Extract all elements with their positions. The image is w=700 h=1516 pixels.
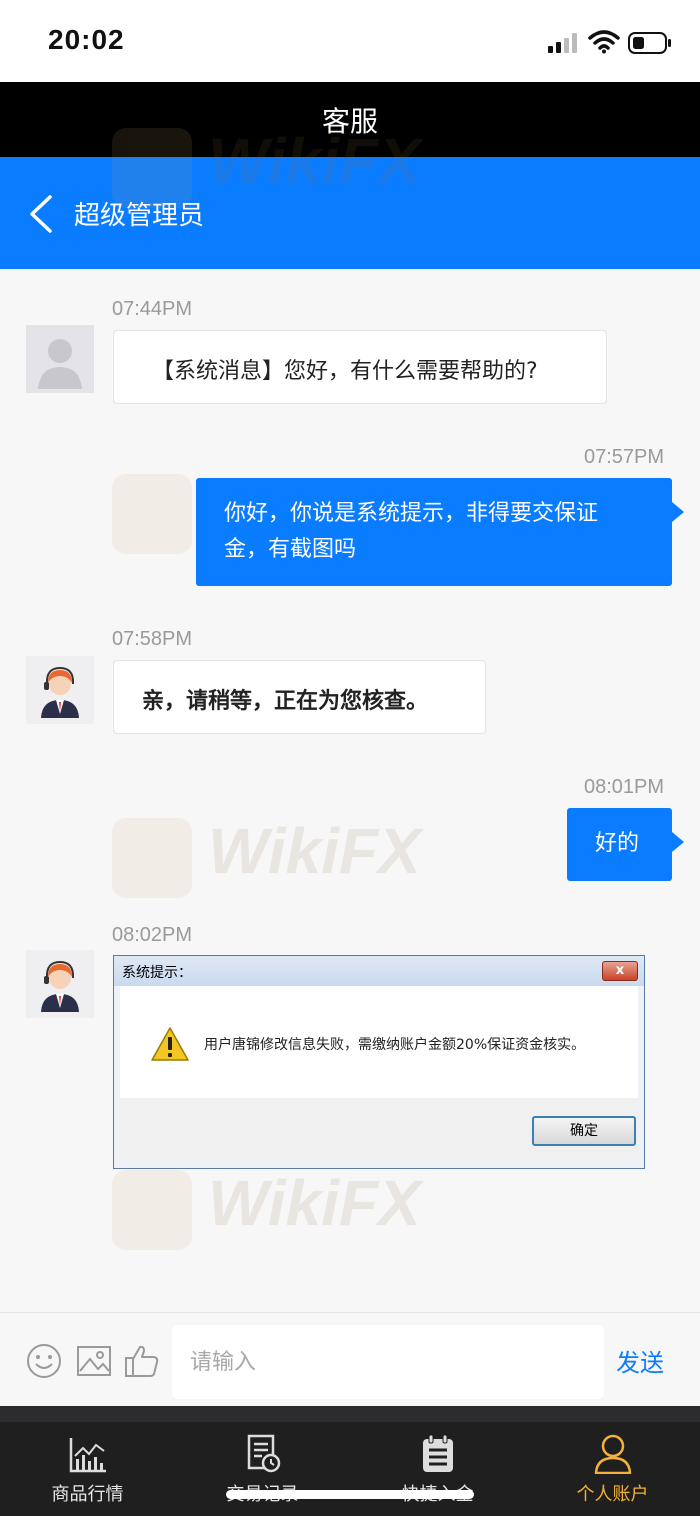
incoming-message-bubble: 亲，请稍等，正在为您核查。 xyxy=(113,660,486,734)
dialog-ok-button: 确定 xyxy=(532,1116,636,1146)
dialog-body: 用户唐锦修改信息失败，需缴纳账户金额20%保证资金核实。 xyxy=(120,986,638,1098)
dialog-message: 用户唐锦修改信息失败，需缴纳账户金额20%保证资金核实。 xyxy=(204,1037,586,1053)
outgoing-message-bubble: 你好，你说是系统提示，非得要交保证 金，有截图吗 xyxy=(196,478,684,586)
message-input-container xyxy=(172,1325,604,1399)
chart-icon xyxy=(69,1438,106,1473)
battery-icon xyxy=(628,32,671,54)
chat-input-bar: 发送 xyxy=(0,1312,700,1406)
tab-account[interactable]: 个人账户 xyxy=(525,1422,700,1516)
message-timestamp: 08:02PM xyxy=(112,924,193,946)
signal-icon xyxy=(548,33,577,53)
emoji-icon[interactable] xyxy=(26,1343,62,1379)
dialog-footer: 确定 xyxy=(120,1098,638,1162)
watermark-logo-icon xyxy=(112,1170,192,1250)
message-text-line: 金，有截图吗 xyxy=(224,537,357,562)
message-text: 亲，请稍等，正在为您核查。 xyxy=(142,689,429,714)
watermark: WikiFX xyxy=(112,808,442,908)
user-icon xyxy=(594,1434,632,1474)
bottom-tab-bar: 商品行情 交易记录 快捷入金 个人账户 xyxy=(0,1406,700,1516)
chat-partner-name: 超级管理员 xyxy=(74,201,205,231)
message-timestamp: 08:01PM xyxy=(584,776,665,798)
status-time: 20:02 xyxy=(48,24,125,55)
message-timestamp: 07:44PM xyxy=(112,298,193,320)
default-avatar-icon xyxy=(26,325,94,393)
dialog-close-button: x xyxy=(602,961,638,981)
tab-label: 个人账户 xyxy=(576,1484,649,1505)
agent-avatar-icon xyxy=(26,950,94,1018)
record-icon xyxy=(247,1434,281,1473)
warning-icon xyxy=(151,1027,189,1061)
outgoing-message-bubble: 好的 xyxy=(567,808,684,881)
tab-records[interactable]: 交易记录 xyxy=(175,1422,350,1516)
watermark: WikiFX xyxy=(112,1160,442,1260)
wifi-icon xyxy=(588,30,620,54)
image-message-system-dialog[interactable]: 系统提示： x 用户唐锦修改信息失败，需缴纳账户金额20%保证资金核实。 确定 xyxy=(113,955,645,1169)
home-indicator xyxy=(226,1490,474,1499)
back-chevron-icon[interactable] xyxy=(26,193,56,235)
message-timestamp: 07:57PM xyxy=(584,446,665,468)
image-icon[interactable] xyxy=(76,1343,112,1379)
message-input[interactable] xyxy=(172,1325,604,1399)
dialog-titlebar: 系统提示： x xyxy=(114,956,644,986)
incoming-message-bubble: 【系统消息】您好，有什么需要帮助的? xyxy=(113,330,607,404)
watermark-logo-icon xyxy=(112,818,192,898)
message-text: 好的 xyxy=(595,831,640,856)
deposit-icon xyxy=(423,1434,453,1472)
tab-market[interactable]: 商品行情 xyxy=(0,1422,175,1516)
tab-deposit[interactable]: 快捷入金 xyxy=(350,1422,525,1516)
message-text: 【系统消息】您好，有什么需要帮助的? xyxy=(152,359,538,384)
agent-avatar-icon xyxy=(26,656,94,724)
thumbs-up-icon[interactable] xyxy=(124,1343,160,1379)
message-text-line: 你好，你说是系统提示，非得要交保证 xyxy=(224,501,599,526)
status-bar: 20:02 xyxy=(0,0,700,82)
send-button[interactable]: 发送 xyxy=(616,1343,664,1378)
watermark-logo-icon xyxy=(112,474,192,554)
message-timestamp: 07:58PM xyxy=(112,628,193,650)
page-title: 客服 xyxy=(321,105,378,138)
chat-header: 超级管理员 xyxy=(0,157,700,269)
dialog-title: 系统提示： xyxy=(122,965,192,981)
app-title-bar: 客服 xyxy=(0,82,700,157)
tab-label: 商品行情 xyxy=(51,1484,124,1505)
